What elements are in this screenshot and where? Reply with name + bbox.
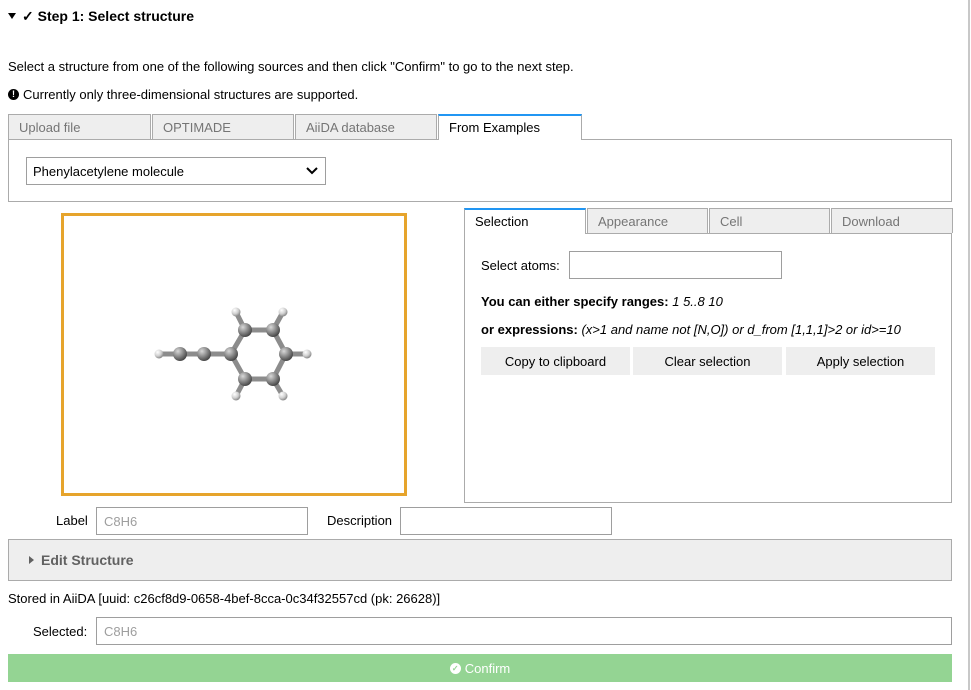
ranges-label: You can either specify ranges:	[481, 294, 669, 309]
viewer-tabs: Selection Appearance Cell Download	[464, 208, 954, 234]
ranges-hint: You can either specify ranges: 1 5..8 10	[481, 294, 723, 309]
source-tabs: Upload file OPTIMADE AiiDA database From…	[8, 114, 583, 140]
tab-aiida-database[interactable]: AiiDA database	[295, 114, 437, 139]
edit-structure-title: Edit Structure	[41, 552, 134, 568]
step-header[interactable]: ✓ Step 1: Select structure	[8, 6, 194, 26]
molecule-image	[154, 307, 312, 401]
exclamation-circle-icon: !	[8, 89, 19, 100]
tab-download[interactable]: Download	[831, 208, 953, 233]
tab-cell[interactable]: Cell	[709, 208, 830, 233]
confirm-label: Confirm	[464, 660, 511, 676]
select-atoms-input[interactable]	[569, 251, 782, 279]
tab-appearance[interactable]: Appearance	[587, 208, 708, 233]
selection-panel: Select atoms: You can either specify ran…	[464, 233, 952, 503]
description-input[interactable]	[400, 507, 612, 535]
source-panel: Phenylacetylene molecule	[8, 139, 952, 202]
label-input[interactable]	[96, 507, 308, 535]
description-field-label: Description	[327, 513, 393, 528]
ranges-example: 1 5..8 10	[672, 294, 723, 309]
label-field-label: Label	[56, 513, 88, 528]
selected-input[interactable]	[96, 617, 952, 645]
apply-selection-button[interactable]: Apply selection	[786, 347, 935, 375]
copy-to-clipboard-button[interactable]: Copy to clipboard	[481, 347, 630, 375]
stored-info: Stored in AiiDA [uuid: c26cf8d9-0658-4be…	[8, 591, 441, 606]
selected-label: Selected:	[33, 624, 88, 639]
expressions-label: or expressions:	[481, 322, 578, 337]
clear-selection-button[interactable]: Clear selection	[633, 347, 782, 375]
edit-structure-accordion[interactable]: Edit Structure	[8, 539, 952, 581]
caret-down-icon	[8, 13, 16, 19]
caret-right-icon	[29, 556, 34, 564]
example-select[interactable]: Phenylacetylene molecule	[26, 157, 326, 185]
tab-optimade[interactable]: OPTIMADE	[152, 114, 294, 139]
tab-upload-file[interactable]: Upload file	[8, 114, 151, 139]
notice: ! Currently only three-dimensional struc…	[8, 87, 358, 102]
notice-text: Currently only three-dimensional structu…	[23, 87, 359, 102]
scrollbar[interactable]	[968, 0, 970, 690]
structure-viewer[interactable]	[61, 213, 407, 496]
expressions-example: (x>1 and name not [N,O]) or d_from [1,1,…	[581, 322, 901, 337]
confirm-button[interactable]: ✓ Confirm	[8, 654, 952, 682]
select-atoms-label: Select atoms:	[481, 258, 560, 273]
check-circle-icon: ✓	[449, 662, 461, 674]
tab-from-examples[interactable]: From Examples	[438, 114, 582, 140]
step-title: ✓ Step 1: Select structure	[22, 7, 195, 24]
tab-selection[interactable]: Selection	[464, 208, 586, 234]
intro-text: Select a structure from one of the follo…	[8, 59, 574, 74]
expressions-hint: or expressions: (x>1 and name not [N,O])…	[481, 322, 901, 337]
